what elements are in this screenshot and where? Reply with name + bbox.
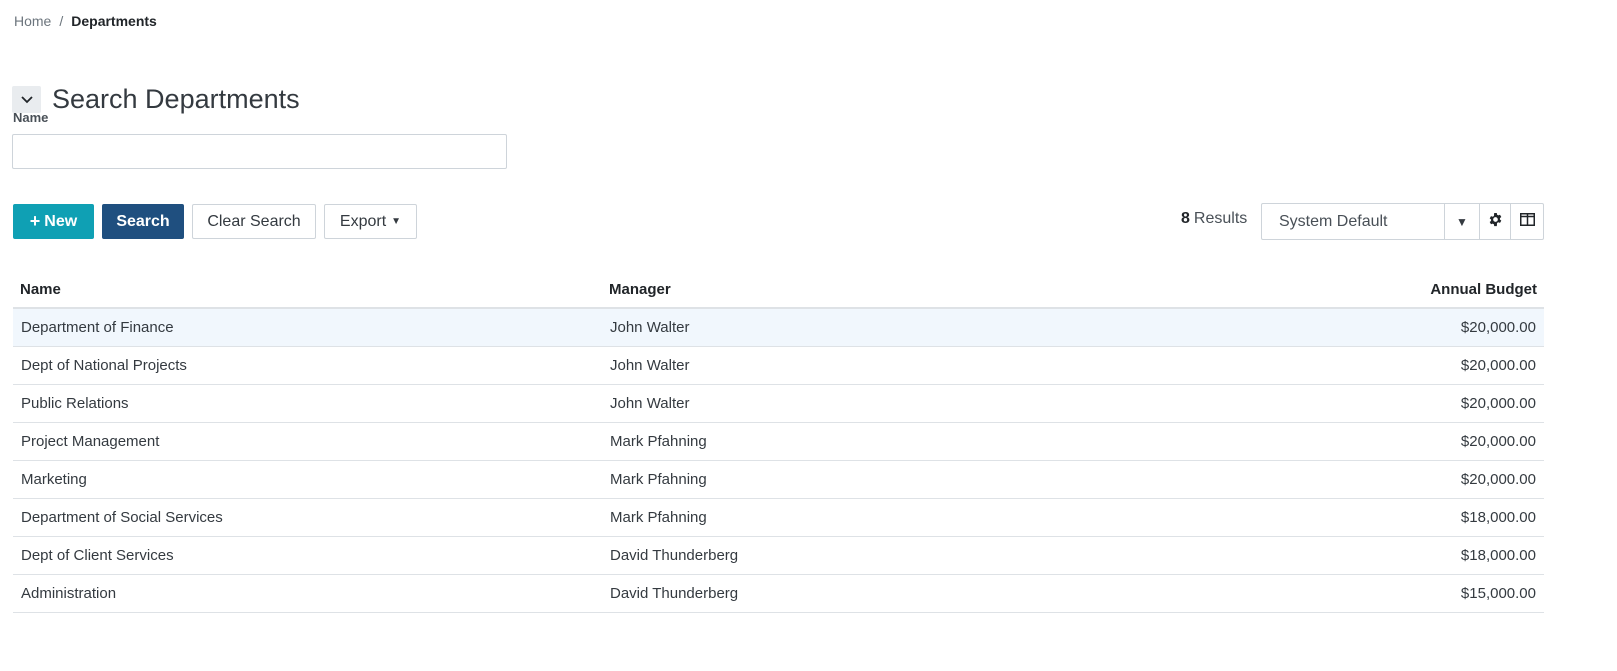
- view-select[interactable]: System Default: [1261, 203, 1445, 240]
- column-header-manager[interactable]: Manager: [602, 272, 1216, 309]
- new-button-label: New: [44, 212, 78, 230]
- cell-budget: $20,000.00: [1216, 384, 1544, 423]
- cell-manager: John Walter: [602, 308, 1216, 347]
- name-field-label: Name: [13, 110, 49, 125]
- search-panel-title: Search Departments: [52, 84, 300, 115]
- table-row[interactable]: Marketing Mark Pfahning $20,000.00: [13, 460, 1544, 499]
- results-count: 8 Results: [1181, 210, 1247, 228]
- breadcrumb-separator: /: [59, 13, 64, 29]
- export-dropdown-button[interactable]: Export ▼: [324, 204, 417, 239]
- cell-budget: $20,000.00: [1216, 308, 1544, 347]
- clear-search-button[interactable]: Clear Search: [192, 204, 316, 239]
- cell-name: Department of Finance: [13, 308, 602, 347]
- cell-manager: Mark Pfahning: [602, 422, 1216, 461]
- departments-table: Name Manager Annual Budget Department of…: [13, 272, 1544, 613]
- column-layout-button[interactable]: [1510, 203, 1544, 240]
- results-count-number: 8: [1181, 210, 1190, 227]
- table-row[interactable]: Dept of National Projects John Walter $2…: [13, 346, 1544, 385]
- cell-budget: $20,000.00: [1216, 346, 1544, 385]
- cell-name: Administration: [13, 574, 602, 613]
- cell-name: Public Relations: [13, 384, 602, 423]
- clear-search-button-label: Clear Search: [207, 212, 301, 230]
- cell-manager: John Walter: [602, 384, 1216, 423]
- caret-down-icon: ▼: [391, 216, 402, 227]
- search-button[interactable]: Search: [102, 204, 184, 239]
- departments-page: Home / Departments Search Departments Na…: [0, 0, 1617, 671]
- table-header-row: Name Manager Annual Budget: [13, 272, 1544, 309]
- caret-down-icon: ▼: [1456, 214, 1468, 229]
- table-row[interactable]: Administration David Thunderberg $15,000…: [13, 574, 1544, 613]
- cell-budget: $20,000.00: [1216, 460, 1544, 499]
- columns-icon: [1519, 212, 1535, 231]
- cell-name: Project Management: [13, 422, 602, 461]
- view-select-value: System Default: [1279, 212, 1388, 230]
- export-button-label: Export: [339, 212, 387, 230]
- view-settings-button[interactable]: [1479, 203, 1511, 240]
- column-header-name[interactable]: Name: [13, 272, 602, 309]
- cell-name: Dept of Client Services: [13, 536, 602, 575]
- breadcrumb-home-link[interactable]: Home: [14, 13, 51, 29]
- chevron-down-icon: [20, 91, 33, 109]
- cell-manager: John Walter: [602, 346, 1216, 385]
- view-dropdown-toggle[interactable]: ▼: [1444, 203, 1480, 240]
- column-header-annual-budget[interactable]: Annual Budget: [1216, 272, 1544, 309]
- cell-manager: David Thunderberg: [602, 536, 1216, 575]
- cell-budget: $18,000.00: [1216, 536, 1544, 575]
- table-row[interactable]: Department of Social Services Mark Pfahn…: [13, 498, 1544, 537]
- search-button-label: Search: [116, 212, 170, 230]
- cell-name: Marketing: [13, 460, 602, 499]
- cell-name: Department of Social Services: [13, 498, 602, 537]
- cell-budget: $15,000.00: [1216, 574, 1544, 613]
- table-row[interactable]: Public Relations John Walter $20,000.00: [13, 384, 1544, 423]
- breadcrumb: Home / Departments: [14, 13, 157, 29]
- results-count-label: Results: [1193, 210, 1248, 227]
- plus-icon: +: [29, 211, 41, 231]
- cell-manager: Mark Pfahning: [602, 498, 1216, 537]
- gear-icon: [1488, 212, 1503, 232]
- search-panel-header: Search Departments: [12, 66, 300, 133]
- new-button[interactable]: + New: [13, 204, 94, 239]
- cell-manager: Mark Pfahning: [602, 460, 1216, 499]
- table-row[interactable]: Dept of Client Services David Thunderber…: [13, 536, 1544, 575]
- table-row[interactable]: Project Management Mark Pfahning $20,000…: [13, 422, 1544, 461]
- breadcrumb-current: Departments: [71, 13, 157, 29]
- name-search-input[interactable]: [12, 134, 507, 169]
- cell-budget: $20,000.00: [1216, 422, 1544, 461]
- table-row[interactable]: Department of Finance John Walter $20,00…: [13, 308, 1544, 347]
- cell-name: Dept of National Projects: [13, 346, 602, 385]
- cell-manager: David Thunderberg: [602, 574, 1216, 613]
- cell-budget: $18,000.00: [1216, 498, 1544, 537]
